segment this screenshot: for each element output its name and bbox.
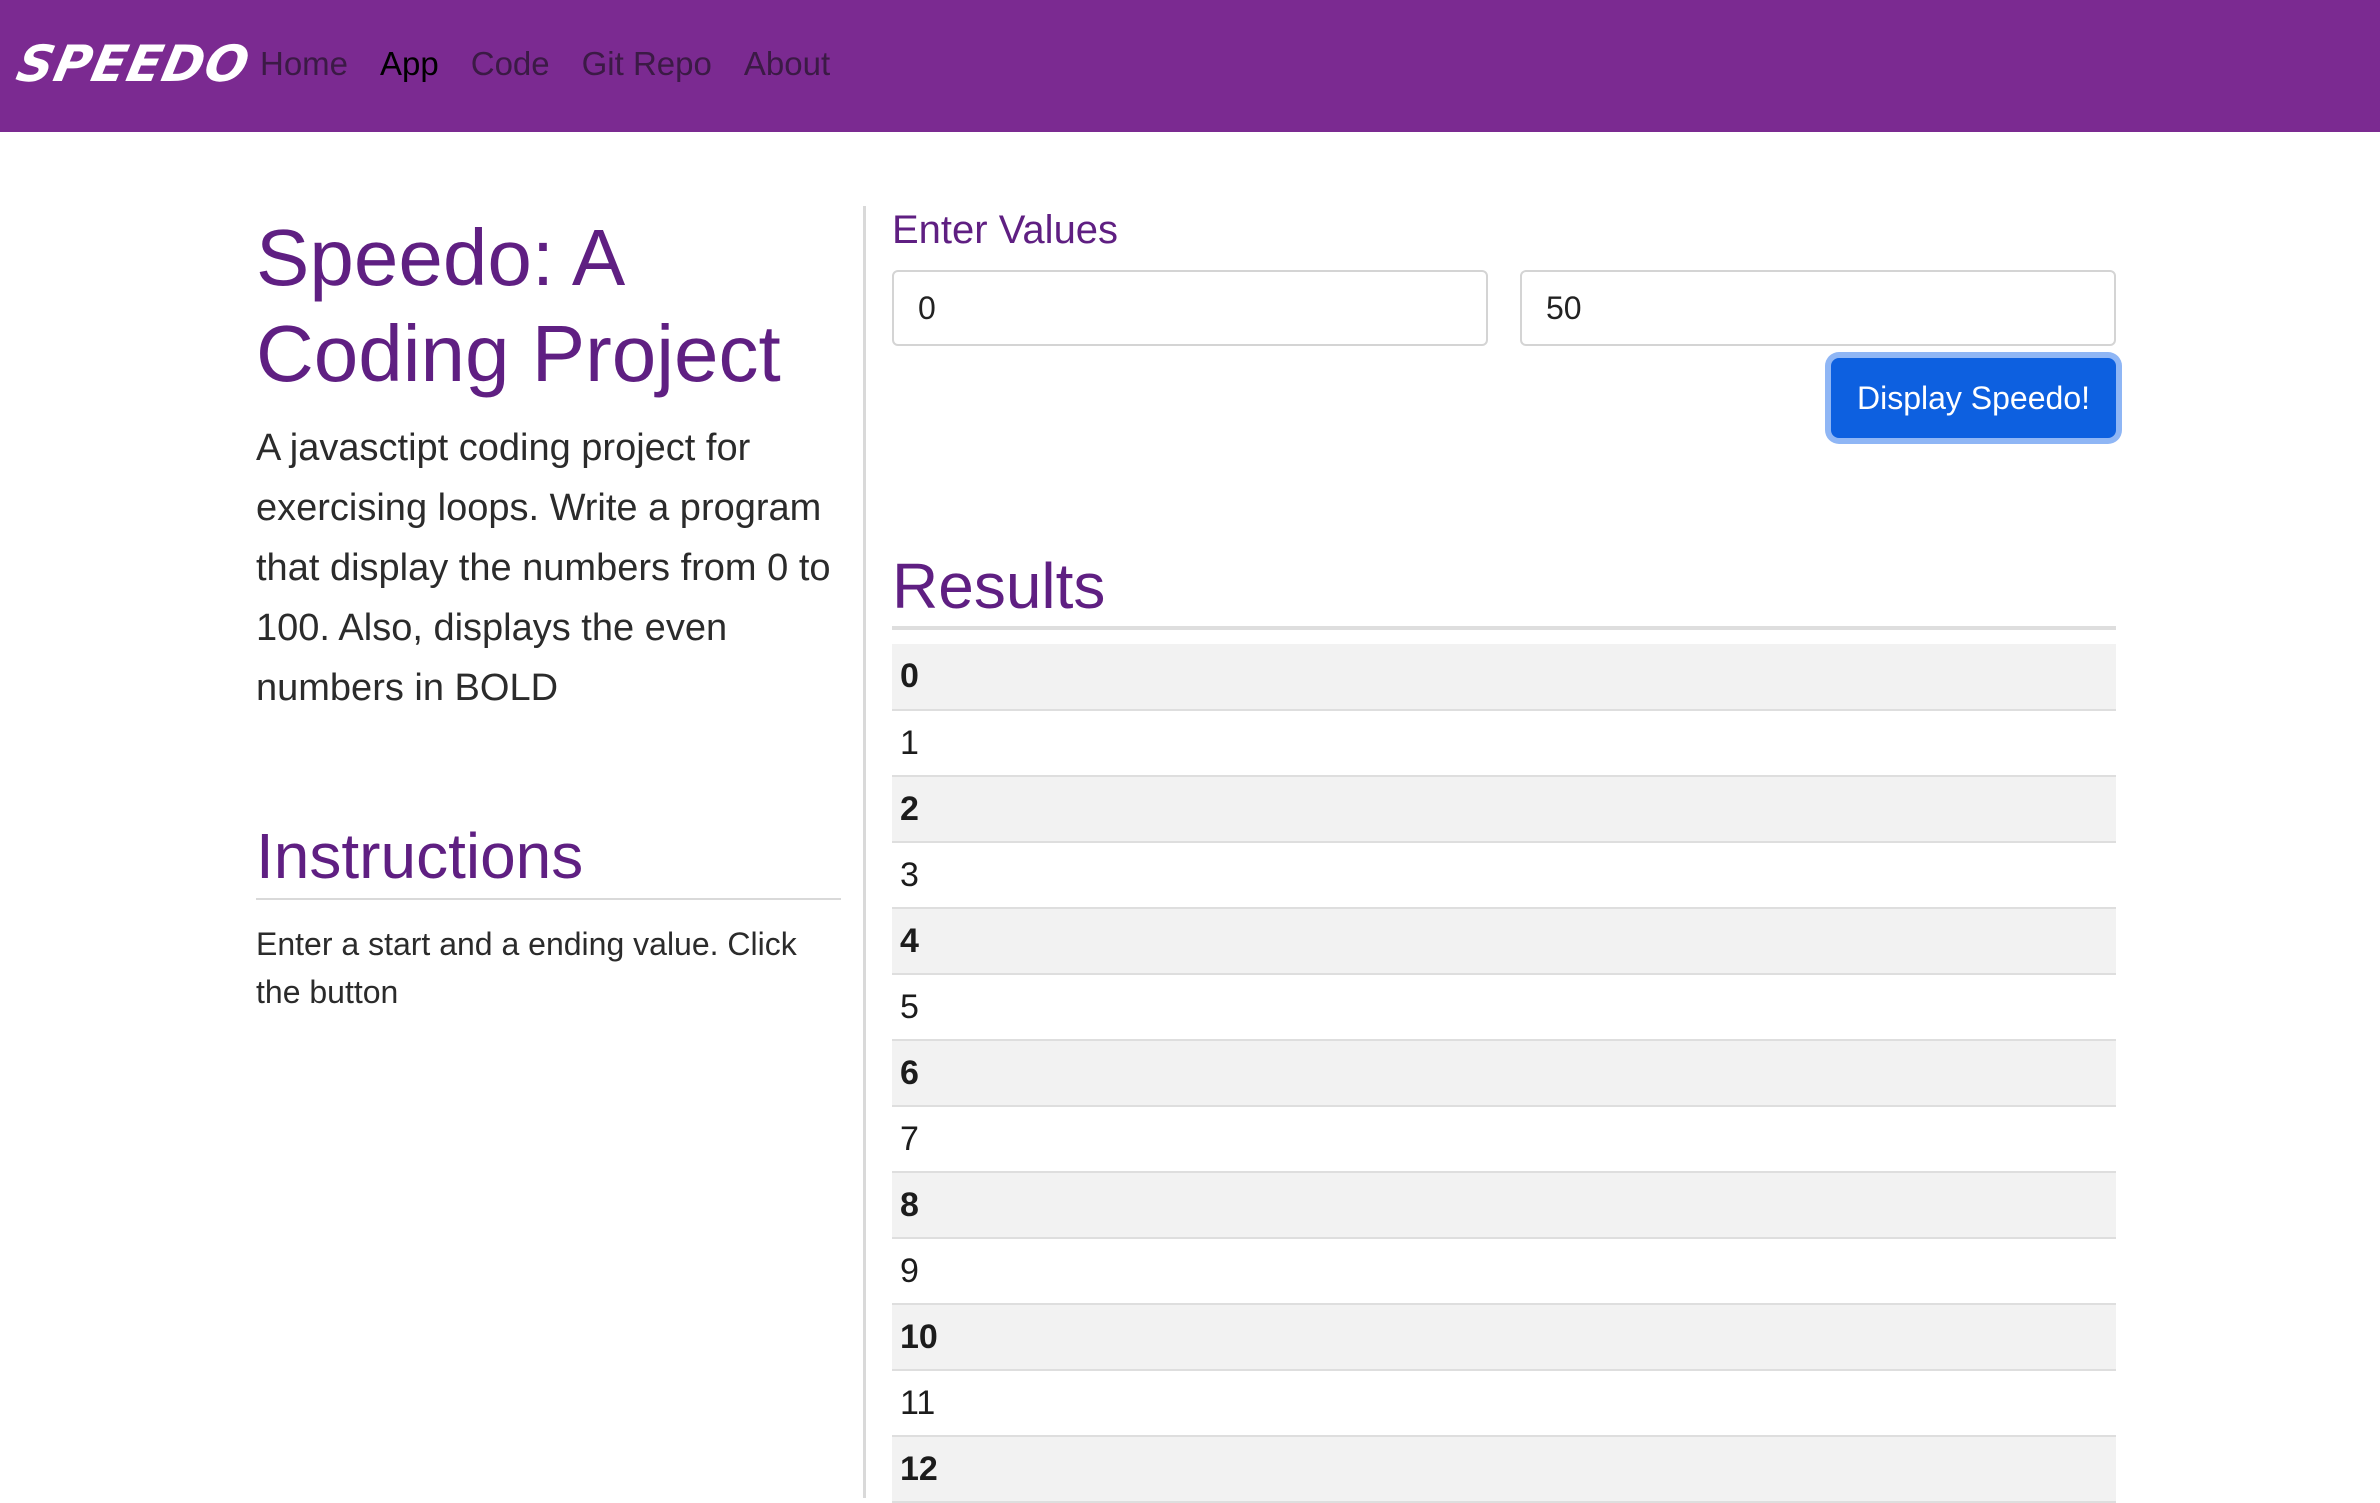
nav-link-app[interactable]: App bbox=[380, 40, 439, 88]
column-divider bbox=[863, 206, 866, 1498]
table-row: 3 bbox=[892, 842, 2116, 909]
result-cell: 8 bbox=[892, 1172, 2116, 1239]
button-row: Display Speedo! bbox=[892, 358, 2116, 448]
instructions-text: Enter a start and a ending value. Click … bbox=[256, 926, 797, 1010]
intro-description: A javasctipt coding project for exercisi… bbox=[256, 418, 841, 718]
instructions-title: Instructions bbox=[256, 818, 841, 900]
nav-link-git-repo[interactable]: Git Repo bbox=[582, 40, 712, 88]
end-value-input[interactable] bbox=[1520, 270, 2116, 346]
result-cell: 4 bbox=[892, 908, 2116, 975]
results-title: Results bbox=[892, 548, 2116, 630]
intro-description-bold: BOLD bbox=[454, 667, 559, 709]
enter-values-title: Enter Values bbox=[892, 208, 1119, 252]
result-cell: 1 bbox=[892, 710, 2116, 777]
result-cell: 11 bbox=[892, 1370, 2116, 1437]
navbar: SPEEDO Home App Code Git Repo About bbox=[0, 0, 2380, 132]
result-cell: 2 bbox=[892, 776, 2116, 843]
intro-column: Speedo: A Coding Project A javasctipt co… bbox=[256, 210, 841, 1016]
table-row: 2 bbox=[892, 776, 2116, 843]
value-inputs bbox=[892, 270, 2116, 346]
brand-logo[interactable]: SPEEDO bbox=[12, 34, 256, 94]
app-column: Enter Values Display Speedo! Results 0 1… bbox=[892, 200, 2116, 1503]
table-row: 8 bbox=[892, 1172, 2116, 1239]
nav-link-about[interactable]: About bbox=[744, 40, 830, 88]
table-row: 12 bbox=[892, 1436, 2116, 1503]
nav-links: Home App Code Git Repo About bbox=[260, 40, 830, 88]
result-cell: 3 bbox=[892, 842, 2116, 909]
table-row: 11 bbox=[892, 1370, 2116, 1437]
results-table: 0 1 2 3 4 5 6 7 8 9 10 11 12 bbox=[892, 644, 2116, 1503]
display-speedo-button[interactable]: Display Speedo! bbox=[1830, 358, 2116, 438]
result-cell: 9 bbox=[892, 1238, 2116, 1305]
nav-link-code[interactable]: Code bbox=[471, 40, 550, 88]
result-cell: 7 bbox=[892, 1106, 2116, 1173]
result-cell: 12 bbox=[892, 1436, 2116, 1503]
table-row: 1 bbox=[892, 710, 2116, 777]
table-row: 10 bbox=[892, 1304, 2116, 1371]
table-row: 0 bbox=[892, 644, 2116, 711]
result-cell: 0 bbox=[892, 644, 2116, 711]
table-row: 5 bbox=[892, 974, 2116, 1041]
result-cell: 10 bbox=[892, 1304, 2116, 1371]
table-row: 6 bbox=[892, 1040, 2116, 1107]
table-row: 9 bbox=[892, 1238, 2116, 1305]
table-row: 4 bbox=[892, 908, 2116, 975]
start-value-input[interactable] bbox=[892, 270, 1488, 346]
table-row: 7 bbox=[892, 1106, 2116, 1173]
result-cell: 6 bbox=[892, 1040, 2116, 1107]
result-cell: 5 bbox=[892, 974, 2116, 1041]
nav-link-home[interactable]: Home bbox=[260, 40, 348, 88]
page-title: Speedo: A Coding Project bbox=[256, 213, 781, 398]
